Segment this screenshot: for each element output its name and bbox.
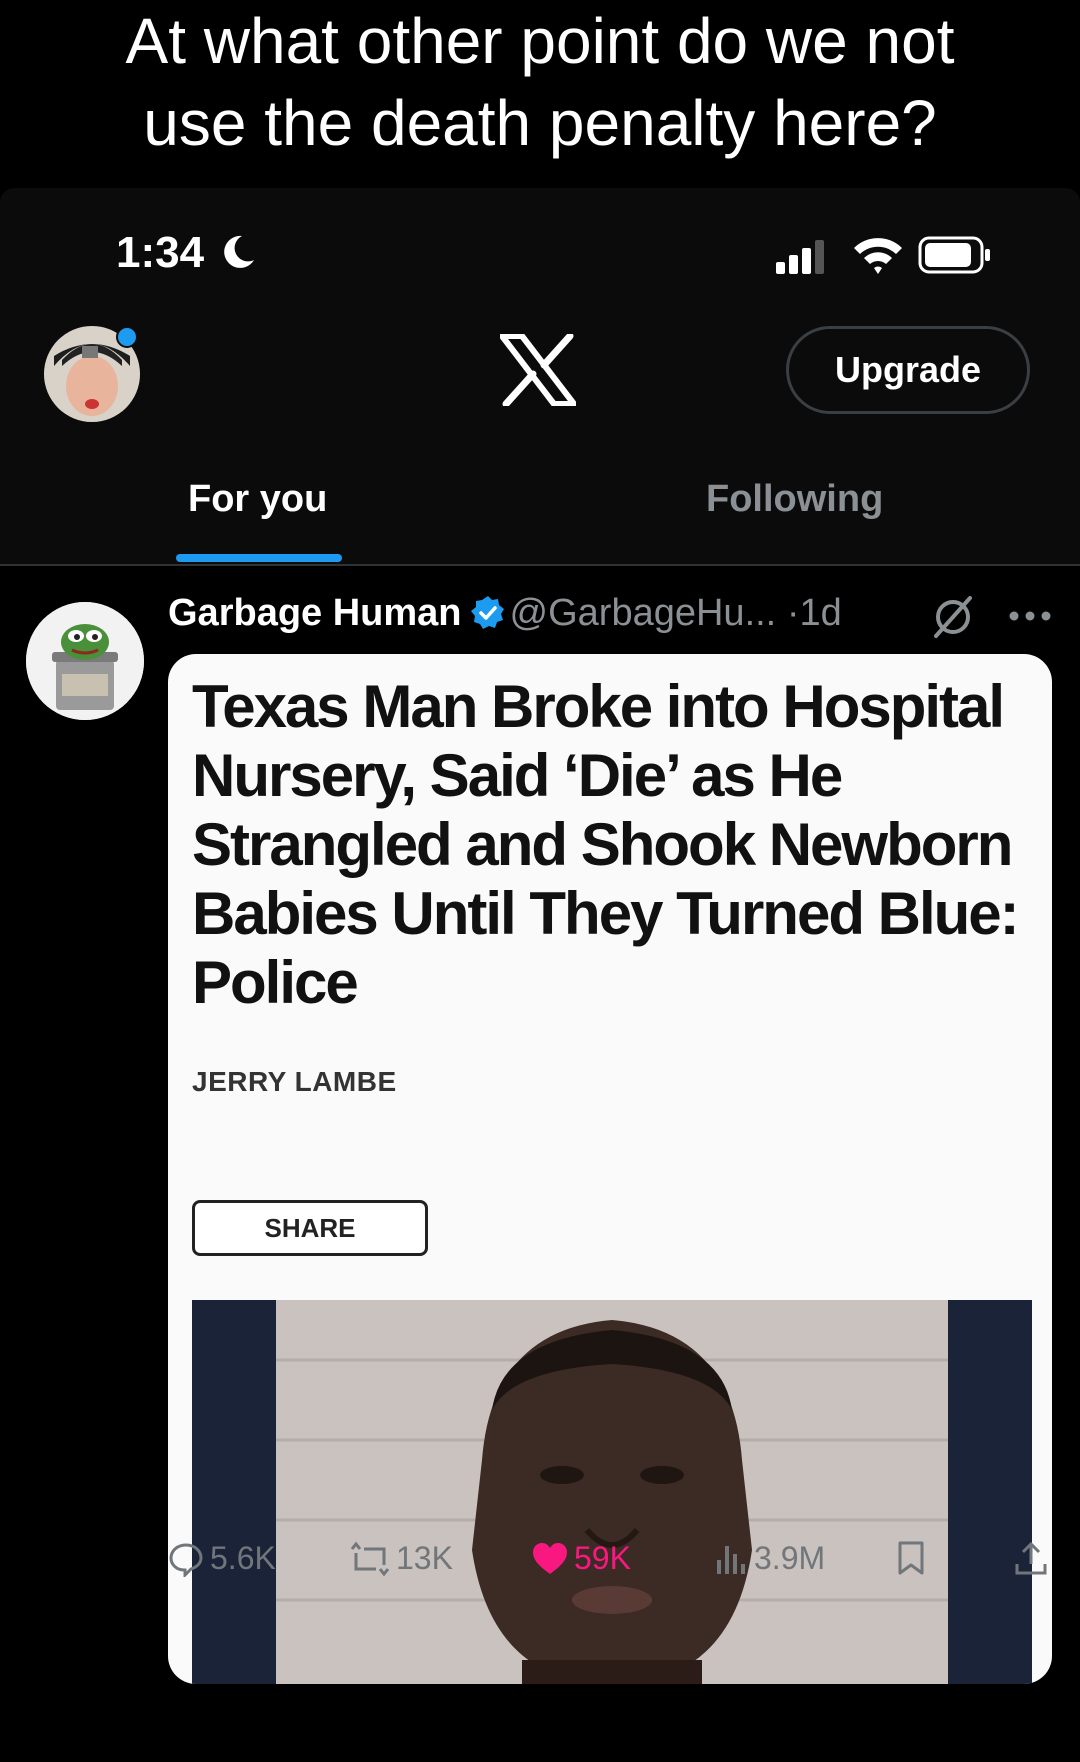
- repost-count: 13K: [396, 1540, 453, 1576]
- pepe-trash-can-image: [26, 602, 144, 720]
- post-author-name[interactable]: Garbage Human: [168, 592, 462, 634]
- views-chart-icon: [717, 1545, 745, 1574]
- tab-for-you[interactable]: For you: [188, 478, 327, 521]
- battery-icon: [918, 236, 990, 274]
- tab-following[interactable]: Following: [706, 478, 883, 521]
- like-action[interactable]: 59K: [532, 1540, 631, 1577]
- grok-icon[interactable]: [930, 594, 976, 640]
- status-time: 1:34: [116, 228, 205, 277]
- heart-icon: [533, 1542, 567, 1574]
- bookmark-icon: [898, 1541, 924, 1575]
- app-header: 1:34 Upgrade For you Following: [0, 188, 1080, 564]
- notification-dot: [116, 326, 138, 348]
- wifi-icon: [854, 238, 902, 274]
- repost-action[interactable]: 13K: [350, 1540, 453, 1577]
- verified-badge-icon: [470, 596, 504, 629]
- mugshot-photo: [192, 1300, 1032, 1684]
- post-dot-separator: ·: [786, 592, 800, 634]
- moon-icon: [224, 235, 254, 268]
- post-time: 1d: [799, 592, 842, 634]
- post-actions-bar: 5.6K 13K 59K 3.9M: [0, 1540, 1080, 1590]
- status-bar: 1:34: [0, 228, 1080, 288]
- share-button[interactable]: SHARE: [192, 1200, 428, 1256]
- header-divider: [0, 564, 1080, 566]
- mugshot-image: [192, 1300, 1032, 1684]
- upgrade-button[interactable]: Upgrade: [786, 326, 1030, 414]
- active-tab-indicator: [176, 554, 342, 562]
- meme-caption: At what other point do we not use the de…: [0, 0, 1080, 164]
- post-header: Garbage Human @GarbageHu... ·1d: [168, 592, 842, 635]
- views-action[interactable]: 3.9M: [714, 1540, 825, 1577]
- reply-action[interactable]: 5.6K: [168, 1540, 276, 1577]
- reply-icon: [169, 1542, 203, 1577]
- post-author-avatar[interactable]: [26, 602, 144, 720]
- share-upload-icon: [1015, 1541, 1047, 1575]
- post-handle[interactable]: @GarbageHu...: [510, 592, 777, 634]
- reply-count: 5.6K: [210, 1540, 276, 1576]
- caption-line-1: At what other point do we not: [125, 5, 955, 77]
- phone-screenshot: 1:34 Upgrade For you Following Garbage H…: [0, 188, 1080, 1762]
- article-headline: Texas Man Broke into Hospital Nursery, S…: [192, 673, 1020, 1016]
- more-options-icon[interactable]: [1008, 610, 1052, 622]
- like-count: 59K: [574, 1540, 631, 1576]
- caption-line-2: use the death penalty here?: [143, 87, 937, 159]
- post-media-card[interactable]: Texas Man Broke into Hospital Nursery, S…: [168, 654, 1052, 1684]
- article-author: JERRY LAMBE: [192, 1066, 397, 1097]
- bookmark-action[interactable]: [896, 1540, 926, 1576]
- share-action[interactable]: [1014, 1540, 1048, 1576]
- cellular-signal-icon: [776, 240, 824, 274]
- views-count: 3.9M: [754, 1540, 826, 1576]
- x-logo-icon[interactable]: [500, 334, 576, 406]
- repost-icon: [350, 1541, 390, 1576]
